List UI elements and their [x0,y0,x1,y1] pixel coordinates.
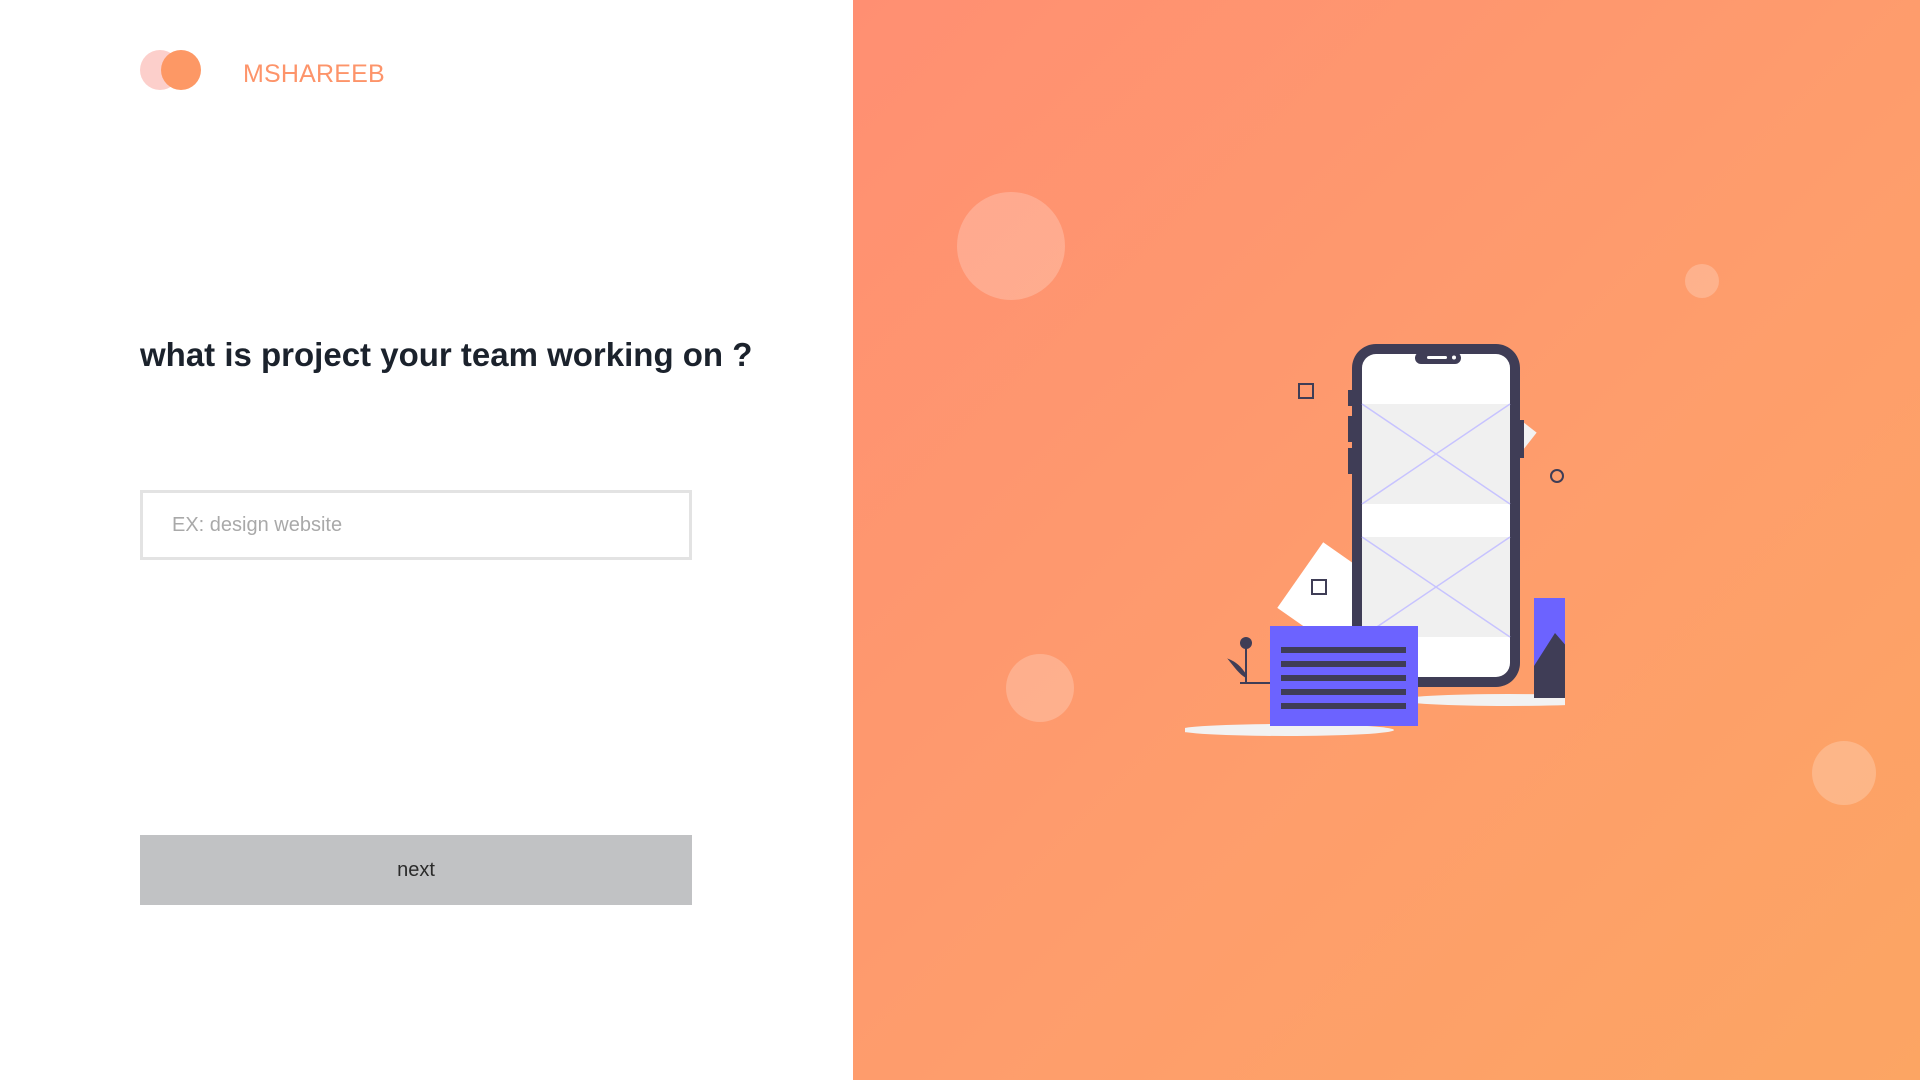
hero-panel [853,0,1920,1080]
decor-bubble [1006,654,1074,722]
decor-bubble [1685,264,1719,298]
left-panel: MSHAREEB what is project your team worki… [0,0,853,1080]
page-question: what is project your team working on ? [140,336,753,373]
brand-name: MSHAREEB [243,60,385,88]
project-input[interactable] [140,490,692,560]
decor-bubble [957,192,1065,300]
next-button[interactable]: next [140,835,692,905]
brand[interactable]: MSHAREEB [140,48,400,92]
logo-icon [140,49,204,91]
mobile-wireframe-person-illustration [1185,344,1565,736]
decor-bubble [1812,741,1876,805]
